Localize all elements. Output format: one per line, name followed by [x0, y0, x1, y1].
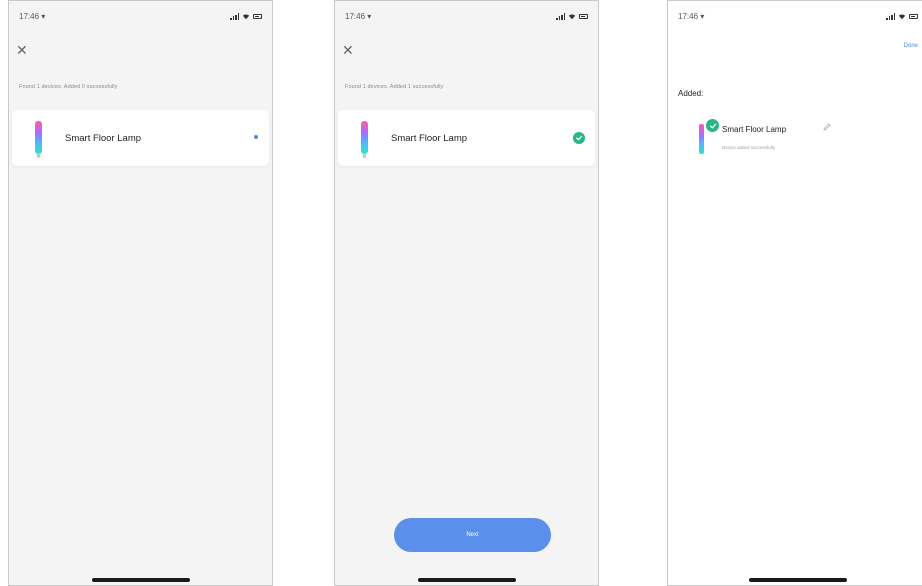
signal-icon [230, 13, 239, 20]
edit-pencil-icon[interactable] [822, 122, 832, 132]
signal-icon [886, 13, 895, 20]
check-icon [705, 118, 720, 133]
screen-added: 17:46 ▾ ✕ Found 1 devices. Added 1 succe… [334, 0, 599, 586]
clock: 17:46 ▾ [19, 12, 46, 21]
close-icon[interactable]: ✕ [16, 43, 28, 57]
found-summary: Found 1 devices. Added 1 successfully [345, 84, 444, 90]
floor-lamp-icon [699, 124, 704, 154]
status-icons [886, 13, 918, 20]
check-icon [573, 132, 585, 144]
close-icon[interactable]: ✕ [342, 43, 354, 57]
loading-indicator [254, 135, 258, 139]
next-button[interactable]: Next [394, 518, 551, 552]
battery-icon [579, 14, 588, 19]
home-indicator [91, 578, 190, 582]
clock: 17:46 ▾ [345, 12, 372, 21]
wifi-icon [242, 14, 250, 20]
done-button[interactable]: Done [904, 43, 918, 49]
screen-completed: 17:46 ▾ Done Added: Smart Floor Lamp Dev… [667, 0, 922, 586]
status-bar: 17:46 ▾ [19, 12, 262, 26]
screen-searching: 17:46 ▾ ✕ Found 1 devices. Added 0 succe… [8, 0, 273, 586]
signal-icon [556, 13, 565, 20]
battery-icon [909, 14, 918, 19]
device-card[interactable]: Smart Floor Lamp [12, 110, 269, 166]
device-name: Smart Floor Lamp [65, 133, 142, 144]
home-indicator [749, 578, 847, 582]
status-icons [230, 13, 262, 20]
device-name: Smart Floor Lamp [391, 133, 468, 144]
device-card[interactable]: Smart Floor Lamp [338, 110, 595, 166]
device-status-text: Device added successfully [722, 145, 776, 150]
status-bar: 17:46 ▾ [678, 12, 918, 26]
wifi-icon [898, 14, 906, 20]
clock: 17:46 ▾ [678, 12, 705, 21]
added-heading: Added: [678, 89, 704, 98]
wifi-icon [568, 14, 576, 20]
floor-lamp-icon [361, 121, 368, 158]
found-summary: Found 1 devices. Added 0 successfully [19, 84, 118, 90]
battery-icon [253, 14, 262, 19]
status-bar: 17:46 ▾ [345, 12, 588, 26]
device-name: Smart Floor Lamp [722, 125, 787, 134]
floor-lamp-icon [35, 121, 42, 158]
home-indicator [417, 578, 516, 582]
status-icons [556, 13, 588, 20]
